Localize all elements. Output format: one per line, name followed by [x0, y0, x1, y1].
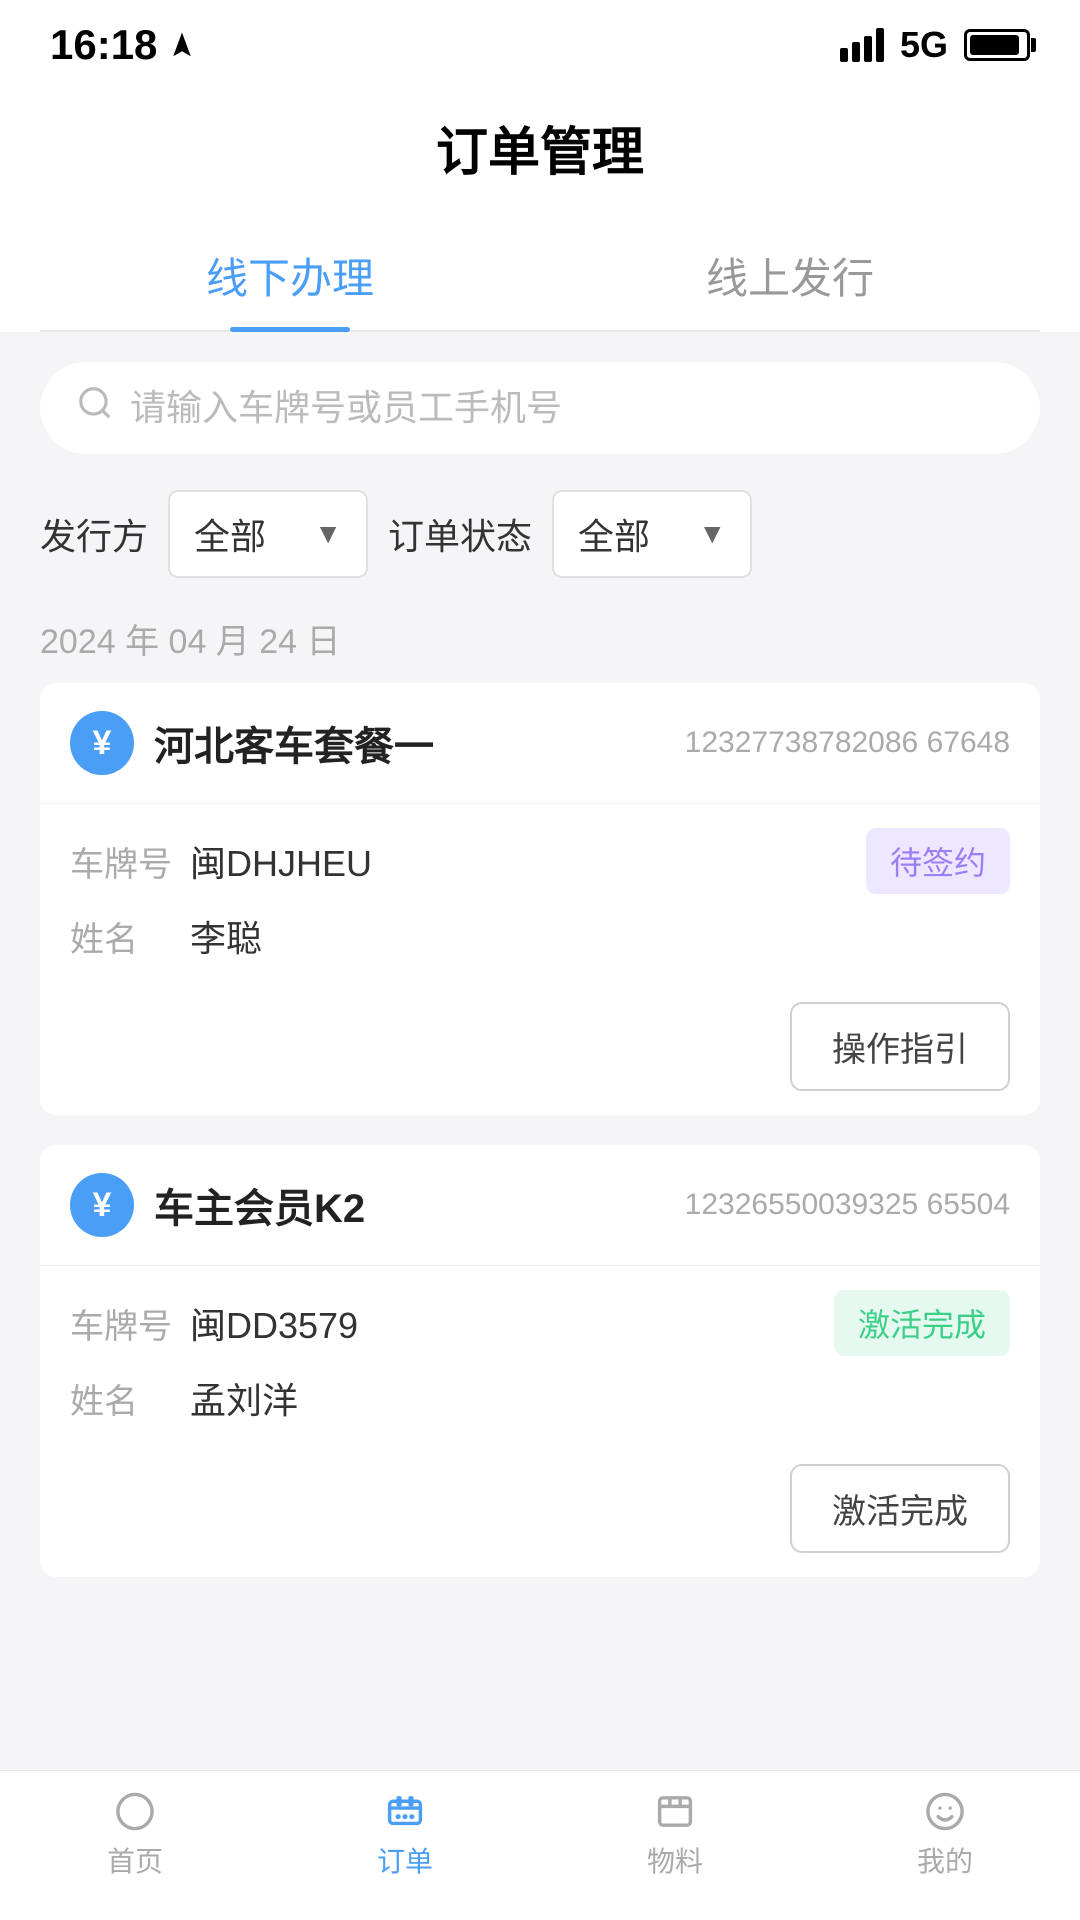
nav-label-orders: 订单 [377, 1840, 433, 1880]
order-header-2: ¥ 车主会员K2 12326550039325 65504 [40, 1145, 1040, 1266]
order-icon-1: ¥ [70, 711, 134, 775]
plate-value-1: 闽DHJHEU [190, 835, 866, 887]
date-label: 2024 年 04 月 24 日 [40, 614, 1040, 663]
order-plate-row-2: 车牌号 闽DD3579 激活完成 [70, 1290, 1010, 1356]
nav-item-home[interactable]: 首页 [0, 1791, 270, 1880]
status-badge-2: 激活完成 [834, 1290, 1010, 1356]
name-label-2: 姓名 [70, 1374, 190, 1423]
name-label-1: 姓名 [70, 912, 190, 961]
name-value-1: 李聪 [190, 910, 1010, 962]
nav-label-materials: 物料 [647, 1840, 703, 1880]
order-icon [375, 1791, 435, 1832]
order-title-2: 车主会员K2 [154, 1176, 665, 1234]
search-bar [40, 362, 1040, 454]
order-number-2: 12326550039325 65504 [685, 1188, 1010, 1222]
signal-bars [840, 28, 884, 62]
material-icon [645, 1791, 705, 1832]
order-number-1: 12327738782086 67648 [685, 726, 1010, 760]
status-time: 16:18 [50, 21, 197, 69]
status-arrow-icon: ▼ [698, 518, 726, 550]
network-label: 5G [900, 24, 948, 66]
search-input[interactable] [130, 387, 1004, 429]
tab-bar: 线下办理 线上发行 [40, 225, 1040, 332]
order-icon-2: ¥ [70, 1173, 134, 1237]
issuer-value: 全部 [194, 508, 298, 560]
filter-row: 发行方 全部 ▼ 订单状态 全部 ▼ [40, 490, 1040, 578]
order-name-row-1: 姓名 李聪 [70, 910, 1010, 962]
order-icon-symbol-1: ¥ [93, 724, 112, 763]
nav-label-home: 首页 [107, 1840, 163, 1880]
order-details-2: 车牌号 闽DD3579 激活完成 姓名 孟刘洋 [40, 1266, 1040, 1464]
issuer-label: 发行方 [40, 508, 148, 560]
order-name-row-2: 姓名 孟刘洋 [70, 1372, 1010, 1424]
issuer-arrow-icon: ▼ [314, 518, 342, 550]
action-button-2[interactable]: 激活完成 [790, 1464, 1010, 1553]
order-title-1: 河北客车套餐一 [154, 714, 665, 772]
plate-value-2: 闽DD3579 [190, 1297, 834, 1349]
nav-item-mine[interactable]: 我的 [810, 1791, 1080, 1880]
status-bar: 16:18 5G [0, 0, 1080, 80]
order-card-2: ¥ 车主会员K2 12326550039325 65504 车牌号 闽DD357… [40, 1145, 1040, 1577]
battery-icon [964, 29, 1030, 61]
home-icon [105, 1791, 165, 1832]
action-button-1[interactable]: 操作指引 [790, 1002, 1010, 1091]
nav-item-orders[interactable]: 订单 [270, 1791, 540, 1880]
mine-icon [915, 1791, 975, 1832]
order-header-1: ¥ 河北客车套餐一 12327738782086 67648 [40, 683, 1040, 804]
status-right: 5G [840, 24, 1030, 66]
search-icon [76, 384, 114, 432]
nav-label-mine: 我的 [917, 1840, 973, 1880]
name-value-2: 孟刘洋 [190, 1372, 1010, 1424]
order-details-1: 车牌号 闽DHJHEU 待签约 姓名 李聪 [40, 804, 1040, 1002]
location-icon [167, 30, 197, 60]
order-plate-row-1: 车牌号 闽DHJHEU 待签约 [70, 828, 1010, 894]
order-status-label: 订单状态 [388, 508, 532, 560]
content-area: 发行方 全部 ▼ 订单状态 全部 ▼ 2024 年 04 月 24 日 ¥ 河北… [0, 332, 1080, 1797]
status-badge-1: 待签约 [866, 828, 1010, 894]
tab-offline[interactable]: 线下办理 [40, 225, 540, 330]
battery-fill [970, 35, 1019, 55]
plate-label-2: 车牌号 [70, 1299, 190, 1348]
order-status-select[interactable]: 全部 ▼ [552, 490, 752, 578]
issuer-select[interactable]: 全部 ▼ [168, 490, 368, 578]
page-title: 订单管理 [0, 80, 1080, 225]
order-icon-symbol-2: ¥ [93, 1186, 112, 1225]
order-card-1: ¥ 河北客车套餐一 12327738782086 67648 车牌号 闽DHJH… [40, 683, 1040, 1115]
bottom-nav: 首页 订单 物料 我的 [0, 1770, 1080, 1920]
order-status-value: 全部 [578, 508, 682, 560]
tab-online[interactable]: 线上发行 [540, 225, 1040, 330]
nav-item-materials[interactable]: 物料 [540, 1791, 810, 1880]
time-label: 16:18 [50, 21, 157, 69]
plate-label-1: 车牌号 [70, 837, 190, 886]
